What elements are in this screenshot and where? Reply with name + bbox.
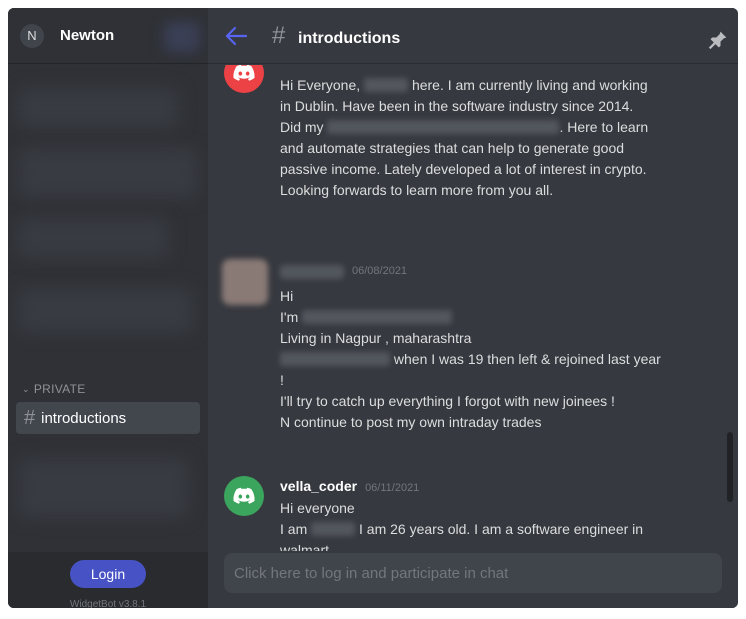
back-arrow-icon[interactable] [224,26,248,46]
redacted-text [302,310,453,324]
chat-login-prompt[interactable]: Click here to log in and participate in … [224,553,722,593]
message-list[interactable]: Hi Everyone, here. I am currently living… [208,65,738,551]
message-header: vella_coder 06/11/2021 [280,478,419,494]
scrollbar-thumb[interactable] [727,432,733,502]
widget-frame: N Newton ⌄ PRIVATE # introductions Login… [8,8,738,608]
sidebar: N Newton ⌄ PRIVATE # introductions Login… [8,8,208,608]
server-header[interactable]: N Newton [8,8,208,64]
redacted-text [311,522,356,536]
sidebar-footer: Login WidgetBot v3.8.1 [8,552,208,608]
chevron-down-icon: ⌄ [22,383,30,394]
avatar[interactable] [224,65,264,93]
message-header: 06/08/2021 [280,265,407,279]
discord-icon [233,65,255,81]
redacted-text [280,352,390,366]
blurred-channel [18,218,168,258]
blurred-channel [18,288,193,333]
redacted-author [280,265,344,279]
pin-icon[interactable] [708,30,728,50]
redacted-text [364,78,409,92]
server-banner-blurred [164,22,200,52]
category-private[interactable]: ⌄ PRIVATE [22,382,86,396]
avatar[interactable] [222,259,268,305]
author-name[interactable]: vella_coder [280,478,357,494]
avatar[interactable] [224,476,264,516]
message-content: Hi I'm Living in Nagpur , maharashtra wh… [280,288,661,430]
blurred-channel [18,88,178,128]
server-name: Newton [60,27,115,44]
message-content: Hi everyone I am I am 26 years old. I am… [280,500,644,551]
discord-icon [233,487,255,504]
sidebar-item-introductions[interactable]: # introductions [16,402,200,434]
login-button[interactable]: Login [70,560,146,588]
main-panel: # introductions Hi Everyone, here. I am … [208,8,738,608]
blurred-channel [18,458,188,518]
redacted-text [327,120,560,134]
sidebar-item-label: introductions [41,409,127,427]
hash-icon: # [272,22,286,49]
channel-title: introductions [298,30,401,47]
channel-header: # introductions [208,8,738,64]
message-content: Hi Everyone, here. I am currently living… [280,77,649,198]
hash-icon: # [24,406,36,429]
server-avatar: N [20,23,44,48]
category-label: PRIVATE [33,382,86,396]
timestamp: 06/11/2021 [365,482,420,494]
widget-version[interactable]: WidgetBot v3.8.1 [8,599,208,608]
timestamp: 06/08/2021 [352,265,408,277]
blurred-channel [18,148,198,198]
